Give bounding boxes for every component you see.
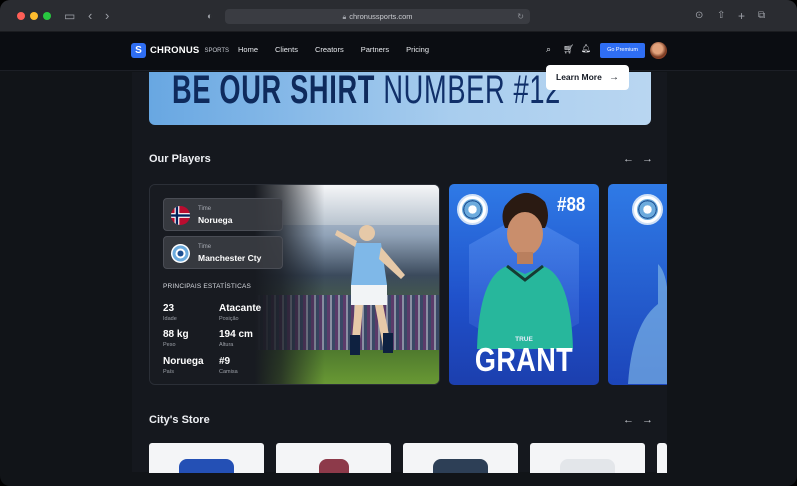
banner-headline: BE OUR SHIRT NUMBER #12 bbox=[172, 72, 561, 113]
stats-title: PRINCIPAIS ESTATÍSTICAS bbox=[163, 283, 252, 290]
product-card[interactable] bbox=[276, 443, 391, 473]
logo-text: CHRONUS bbox=[150, 45, 200, 56]
tabs-icon[interactable]: ⧉ bbox=[758, 8, 765, 24]
sidebar-icon[interactable]: ▭ bbox=[64, 8, 75, 24]
logo-subtext: SPORTS bbox=[204, 47, 229, 54]
back-icon[interactable]: ‹ bbox=[88, 8, 92, 24]
lock-icon: 🔒︎ bbox=[342, 14, 347, 21]
go-premium-button[interactable]: Go Premium bbox=[600, 43, 645, 58]
nav-link-pricing[interactable]: Pricing bbox=[406, 45, 429, 54]
norway-flag-icon bbox=[171, 206, 190, 225]
product-card[interactable] bbox=[403, 443, 518, 473]
country-label: Time bbox=[198, 206, 212, 212]
club-label: Time bbox=[198, 244, 212, 250]
club-crest-icon bbox=[171, 244, 190, 263]
nav-link-partners[interactable]: Partners bbox=[361, 45, 389, 54]
carousel-prev-icon[interactable]: ← bbox=[623, 414, 634, 426]
carousel-prev-icon[interactable]: ← bbox=[623, 153, 634, 165]
forward-icon[interactable]: › bbox=[105, 8, 109, 24]
window-edge bbox=[788, 0, 797, 486]
banner-headline-part1: BE OUR SHIRT bbox=[172, 72, 376, 112]
arrow-right-icon: → bbox=[609, 72, 619, 83]
url-text: chronussports.com bbox=[349, 12, 413, 21]
banner-headline-part2: NUMBER #12 bbox=[383, 72, 561, 112]
player-portrait-icon bbox=[477, 192, 573, 349]
share-icon[interactable]: ⇧ bbox=[717, 8, 725, 24]
player-last-name: GRANT bbox=[474, 341, 574, 378]
cart-icon[interactable]: 🛒︎ bbox=[563, 44, 574, 55]
learn-more-button[interactable]: Learn More → bbox=[546, 65, 629, 90]
bell-icon[interactable]: 🔔︎ bbox=[581, 44, 591, 53]
learn-more-label: Learn More bbox=[556, 72, 602, 82]
close-window-button[interactable] bbox=[17, 12, 25, 20]
download-icon[interactable]: ⊙ bbox=[695, 8, 703, 24]
product-card[interactable] bbox=[149, 443, 264, 473]
country-chip: Time Noruega bbox=[163, 198, 283, 231]
player-card-grant[interactable]: #88 TRUE GRANT bbox=[449, 184, 599, 385]
player-portrait-icon bbox=[628, 264, 667, 384]
featured-player-card[interactable]: Time Noruega Time Manchester Cty PRINCIP… bbox=[149, 184, 440, 385]
stat-weight: 88 kg Peso bbox=[163, 329, 189, 348]
new-tab-icon[interactable]: + bbox=[738, 8, 745, 24]
stat-position: Atacante Posição bbox=[219, 303, 262, 322]
main-menu: Home Clients Creators Partners Pricing bbox=[238, 45, 446, 54]
nav-link-clients[interactable]: Clients bbox=[275, 45, 298, 54]
club-chip: Time Manchester Cty bbox=[163, 236, 283, 269]
product-card[interactable] bbox=[530, 443, 645, 473]
browser-window: ▭ ‹ › ◐ 🔒︎ chronussports.com ↻ ⊙ ⇧ + ⧉ S … bbox=[0, 0, 797, 486]
stat-country: Noruega País bbox=[163, 356, 204, 375]
product-card[interactable] bbox=[657, 443, 667, 473]
logo[interactable]: S CHRONUS SPORTS bbox=[131, 43, 229, 58]
maximize-window-button[interactable] bbox=[43, 12, 51, 20]
store-section-title: City's Store bbox=[149, 414, 210, 426]
logo-mark-icon: S bbox=[131, 43, 146, 58]
minimize-window-button[interactable] bbox=[30, 12, 38, 20]
players-carousel-controls: ← → bbox=[623, 153, 661, 165]
store-carousel-controls: ← → bbox=[623, 414, 661, 426]
reload-icon[interactable]: ↻ bbox=[517, 9, 524, 24]
address-bar[interactable]: 🔒︎ chronussports.com ↻ bbox=[225, 9, 530, 24]
club-value: Manchester Cty bbox=[198, 253, 262, 263]
site-header: S CHRONUS SPORTS Home Clients Creators P… bbox=[0, 32, 797, 71]
avatar[interactable] bbox=[650, 42, 667, 59]
stat-age: 23 Idade bbox=[163, 303, 177, 322]
players-section-title: Our Players bbox=[149, 153, 211, 165]
shield-icon[interactable]: ◐ bbox=[207, 8, 212, 24]
search-icon[interactable]: ⌕ bbox=[546, 44, 551, 55]
nav-link-creators[interactable]: Creators bbox=[315, 45, 344, 54]
player-card-partial[interactable] bbox=[608, 184, 667, 385]
browser-toolbar: ▭ ‹ › ◐ 🔒︎ chronussports.com ↻ ⊙ ⇧ + ⧉ bbox=[0, 0, 797, 32]
club-crest-icon bbox=[632, 194, 663, 225]
carousel-next-icon[interactable]: → bbox=[642, 153, 653, 165]
nav-link-home[interactable]: Home bbox=[238, 45, 258, 54]
country-value: Noruega bbox=[198, 215, 233, 225]
stat-shirt: #9 Camisa bbox=[219, 356, 238, 375]
carousel-next-icon[interactable]: → bbox=[642, 414, 653, 426]
stat-height: 194 cm Altura bbox=[219, 329, 253, 348]
